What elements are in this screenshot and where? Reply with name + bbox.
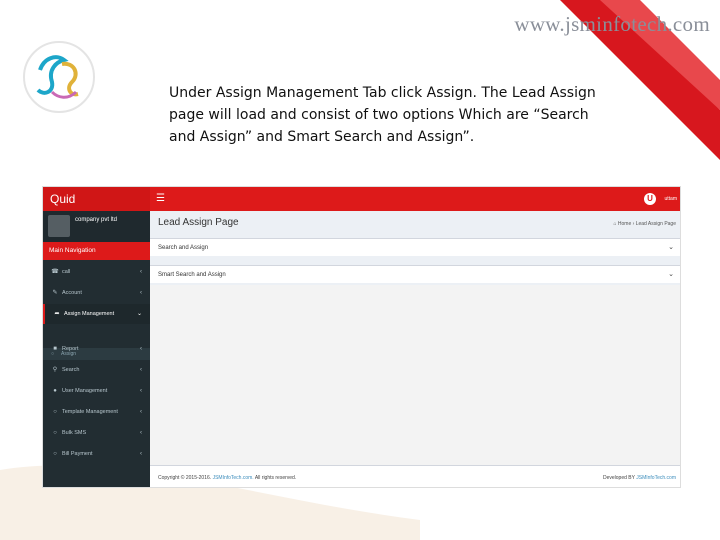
chevron-left-icon: ‹ [140, 269, 142, 275]
chevron-left-icon: ‹ [140, 367, 142, 373]
phone-icon: ☎ [51, 269, 59, 275]
home-icon: ⌂ [613, 221, 617, 227]
breadcrumb: ⌂ Home › Lead Assign Page [613, 221, 676, 227]
hamburger-icon[interactable]: ☰ [156, 187, 165, 211]
sidebar-item-call[interactable]: ☎ call ‹ [43, 262, 150, 282]
app-screenshot: Quid ☰ U uttam company pvt ltd Main Navi… [42, 186, 681, 488]
sidebar-item-label: User Management [62, 388, 108, 394]
sidebar-item-user-management[interactable]: ● User Management ‹ [43, 381, 150, 401]
chevron-down-icon[interactable]: ⌄ [668, 266, 674, 284]
circle-icon: ○ [53, 451, 57, 457]
user-name[interactable]: uttam [664, 187, 677, 211]
panel-search-and-assign[interactable]: Search and Assign ⌄ [150, 238, 680, 257]
circle-icon: ○ [53, 409, 57, 415]
sidebar-item-label: Assign Management [64, 311, 115, 317]
breadcrumb-home[interactable]: Home [618, 221, 631, 227]
sidebar-item-bulk-sms[interactable]: ○ Bulk SMS ‹ [43, 423, 150, 443]
chevron-down-icon: ⌄ [136, 311, 142, 317]
circle-icon: ○ [53, 430, 57, 436]
sidebar: company pvt ltd Main Navigation ☎ call ‹… [43, 211, 150, 487]
sidebar-item-account[interactable]: ✎ Account ‹ [43, 283, 150, 303]
sidebar-item-label: Bill Payment [62, 451, 93, 457]
developed-prefix: Developed BY [602, 475, 635, 481]
brand-logo[interactable]: Quid [43, 187, 150, 211]
sidebar-item-label: call [62, 269, 71, 275]
developed-by-text: Developed BY JSMInfoTech.com [602, 466, 676, 487]
panel-smart-search-and-assign[interactable]: Smart Search and Assign ⌄ [150, 265, 680, 284]
search-icon: ⚲ [52, 367, 58, 373]
main-content: Lead Assign Page ⌂ Home › Lead Assign Pa… [150, 211, 680, 487]
sidebar-item-bill-payment[interactable]: ○ Bill Payment ‹ [43, 444, 150, 464]
copyright-link[interactable]: JSMInfoTech.com. [213, 475, 254, 481]
copyright-prefix: Copyright © 2015-2016. [158, 475, 212, 481]
developer-link[interactable]: JSMInfoTech.com [636, 475, 676, 481]
main-navigation-header: Main Navigation [43, 242, 150, 260]
chevron-left-icon: ‹ [140, 451, 142, 457]
sidebar-item-label: Bulk SMS [62, 430, 87, 436]
copyright-suffix: All rights reserved. [254, 475, 297, 481]
sidebar-item-report[interactable]: ■ Report ‹ [43, 339, 150, 359]
breadcrumb-separator: › [632, 221, 635, 227]
company-name: company pvt ltd [75, 217, 118, 223]
panel-title: Smart Search and Assign [158, 272, 226, 278]
site-url: www.jsminfotech.com [514, 12, 710, 36]
sidebar-item-assign-management[interactable]: ➦ Assign Management ⌄ [43, 304, 150, 324]
breadcrumb-current: Lead Assign Page [635, 221, 676, 227]
top-navbar: Quid ☰ U uttam [43, 187, 680, 211]
content-body [150, 285, 680, 465]
panel-title: Search and Assign [158, 245, 209, 251]
user-avatar[interactable]: U [644, 193, 656, 205]
slide-caption: Under Assign Management Tab click Assign… [169, 85, 596, 145]
folder-icon: ■ [53, 346, 57, 352]
chevron-left-icon: ‹ [140, 346, 142, 352]
users-icon: ● [53, 388, 57, 394]
footer: Copyright © 2015-2016. JSMInfoTech.com. … [150, 465, 680, 487]
chevron-left-icon: ‹ [140, 290, 142, 296]
page-title: Lead Assign Page [158, 217, 239, 228]
chevron-left-icon: ‹ [140, 430, 142, 436]
sidebar-item-label: Report [62, 346, 79, 352]
copyright-text: Copyright © 2015-2016. JSMInfoTech.com. … [158, 466, 297, 487]
sidebar-profile: company pvt ltd [43, 211, 150, 242]
sidebar-item-template-management[interactable]: ○ Template Management ‹ [43, 402, 150, 422]
jsm-logo-icon [23, 41, 95, 113]
sidebar-item-label: Search [62, 367, 80, 373]
chevron-left-icon: ‹ [140, 388, 142, 394]
chevron-left-icon: ‹ [140, 409, 142, 415]
avatar [48, 215, 70, 237]
sidebar-item-label: Template Management [62, 409, 118, 415]
chevron-down-icon[interactable]: ⌄ [668, 239, 674, 257]
edit-icon: ✎ [52, 290, 58, 296]
sidebar-item-search[interactable]: ⚲ Search ‹ [43, 360, 150, 380]
share-icon: ➦ [54, 311, 60, 317]
sidebar-item-label: Account [62, 290, 82, 296]
